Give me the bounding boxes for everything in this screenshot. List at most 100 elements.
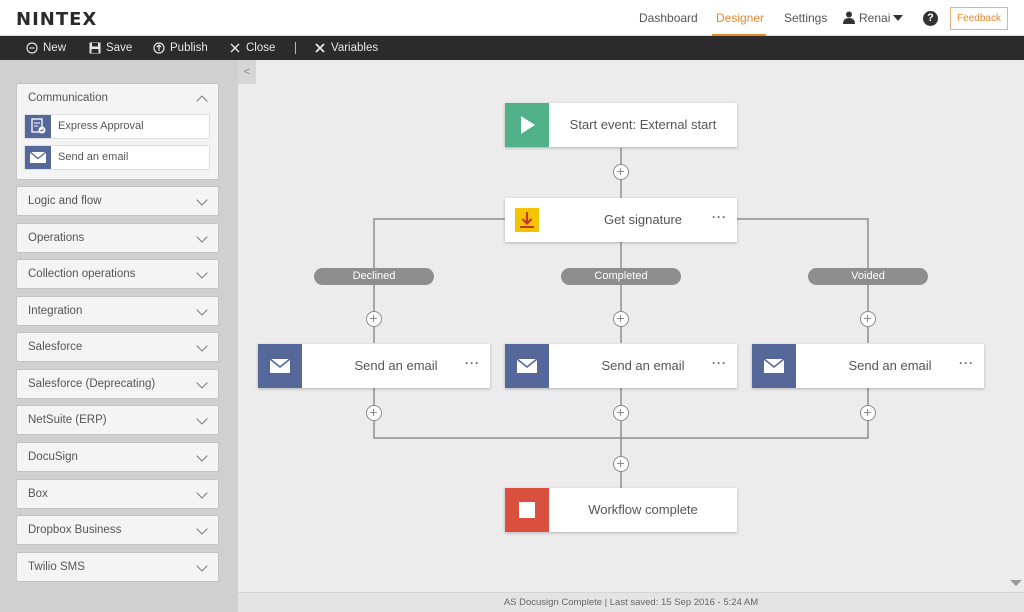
feedback-button[interactable]: Feedback bbox=[950, 7, 1008, 30]
publish-label: Publish bbox=[170, 42, 208, 54]
new-icon bbox=[26, 42, 38, 54]
get-signature-node[interactable]: Get signature ··· bbox=[505, 198, 737, 242]
chevron-up-icon[interactable] bbox=[196, 95, 208, 107]
group-title: Salesforce bbox=[28, 341, 83, 353]
action-label: Express Approval bbox=[58, 120, 144, 132]
group-netsuite[interactable]: NetSuite (ERP) bbox=[16, 405, 219, 435]
start-event-node[interactable]: Start event: External start bbox=[505, 103, 737, 147]
group-box[interactable]: Box bbox=[16, 479, 219, 509]
group-docusign[interactable]: DocuSign bbox=[16, 442, 219, 472]
send-email-node-voided[interactable]: Send an email ··· bbox=[752, 344, 984, 388]
publish-button[interactable]: Publish bbox=[153, 41, 208, 55]
node-label: Get signature bbox=[603, 212, 683, 227]
action-express-approval[interactable]: Express Approval bbox=[24, 114, 210, 139]
group-title: DocuSign bbox=[28, 451, 78, 463]
node-label: Send an email bbox=[601, 358, 685, 373]
add-step-icon[interactable] bbox=[860, 311, 876, 327]
more-options-icon[interactable]: ··· bbox=[959, 356, 974, 370]
add-step-icon[interactable] bbox=[860, 405, 876, 421]
group-title: Twilio SMS bbox=[28, 561, 85, 573]
add-step-icon[interactable] bbox=[366, 311, 382, 327]
chevron-down-icon[interactable] bbox=[196, 450, 208, 462]
action-label: Send an email bbox=[58, 151, 129, 163]
scroll-down-icon[interactable] bbox=[1010, 580, 1022, 586]
status-bar: AS Docusign Complete | Last saved: 15 Se… bbox=[238, 592, 1024, 612]
branch-completed: Completed bbox=[561, 268, 681, 285]
add-step-icon[interactable] bbox=[613, 164, 629, 180]
action-send-email[interactable]: Send an email bbox=[24, 145, 210, 170]
chevron-down-icon[interactable] bbox=[196, 304, 208, 316]
email-icon bbox=[505, 344, 549, 388]
group-title: NetSuite (ERP) bbox=[28, 414, 107, 426]
group-dropbox-business[interactable]: Dropbox Business bbox=[16, 515, 219, 545]
add-step-icon[interactable] bbox=[366, 405, 382, 421]
express-approval-icon bbox=[25, 115, 51, 138]
chevron-down-icon[interactable] bbox=[196, 231, 208, 243]
group-title: Operations bbox=[28, 232, 85, 244]
group-title: Collection operations bbox=[28, 268, 136, 280]
user-menu[interactable]: Renai bbox=[859, 11, 890, 25]
variables-icon bbox=[315, 43, 325, 53]
group-operations[interactable]: Operations bbox=[16, 223, 219, 253]
publish-icon bbox=[153, 42, 165, 54]
more-options-icon[interactable]: ··· bbox=[712, 210, 727, 224]
chevron-down-icon[interactable] bbox=[196, 560, 208, 572]
play-icon bbox=[505, 103, 549, 147]
chevron-down-icon[interactable] bbox=[196, 267, 208, 279]
nintex-logo[interactable]: NINTEX bbox=[16, 9, 97, 30]
group-logic-and-flow[interactable]: Logic and flow bbox=[16, 186, 219, 216]
group-twilio-sms[interactable]: Twilio SMS bbox=[16, 552, 219, 582]
group-integration[interactable]: Integration bbox=[16, 296, 219, 326]
group-title: Dropbox Business bbox=[28, 524, 122, 536]
send-email-node-completed[interactable]: Send an email ··· bbox=[505, 344, 737, 388]
variables-label: Variables bbox=[331, 42, 379, 54]
node-label: Send an email bbox=[848, 358, 932, 373]
group-salesforce[interactable]: Salesforce bbox=[16, 332, 219, 362]
node-label: Start event: External start bbox=[569, 117, 717, 132]
more-options-icon[interactable]: ··· bbox=[712, 356, 727, 370]
workflow-complete-node[interactable]: Workflow complete bbox=[505, 488, 737, 532]
more-options-icon[interactable]: ··· bbox=[465, 356, 480, 370]
stop-icon bbox=[505, 488, 549, 532]
help-icon[interactable]: ? bbox=[923, 11, 938, 26]
branch-declined: Declined bbox=[314, 268, 434, 285]
toolbar-divider bbox=[295, 42, 296, 54]
save-button[interactable]: Save bbox=[89, 41, 132, 55]
nav-designer[interactable]: Designer bbox=[716, 11, 764, 25]
new-label: New bbox=[43, 42, 67, 54]
close-button[interactable]: Close bbox=[229, 41, 275, 55]
add-step-icon[interactable] bbox=[613, 311, 629, 327]
email-icon bbox=[258, 344, 302, 388]
group-title: Box bbox=[28, 488, 48, 500]
nav-dashboard[interactable]: Dashboard bbox=[639, 11, 698, 25]
chevron-down-icon[interactable] bbox=[196, 194, 208, 206]
nav-settings[interactable]: Settings bbox=[784, 11, 827, 25]
chevron-down-icon[interactable] bbox=[196, 523, 208, 535]
workflow-canvas[interactable]: Start event: External start Get signatur… bbox=[238, 60, 1024, 592]
chevron-down-icon[interactable] bbox=[196, 340, 208, 352]
group-salesforce-deprecating[interactable]: Salesforce (Deprecating) bbox=[16, 369, 219, 399]
group-title: Communication bbox=[28, 92, 108, 104]
email-icon bbox=[752, 344, 796, 388]
close-label: Close bbox=[246, 42, 276, 54]
email-icon bbox=[25, 146, 51, 169]
send-email-node-declined[interactable]: Send an email ··· bbox=[258, 344, 490, 388]
add-step-icon[interactable] bbox=[613, 456, 629, 472]
node-label: Send an email bbox=[354, 358, 438, 373]
designer-toolbar: New Save Publish Close Variables bbox=[0, 36, 1024, 60]
chevron-down-icon[interactable] bbox=[196, 413, 208, 425]
add-step-icon[interactable] bbox=[613, 405, 629, 421]
group-collection-operations[interactable]: Collection operations bbox=[16, 259, 219, 289]
chevron-down-icon[interactable] bbox=[893, 15, 903, 21]
node-label: Workflow complete bbox=[588, 502, 698, 517]
close-icon bbox=[230, 43, 240, 53]
chevron-down-icon[interactable] bbox=[196, 377, 208, 389]
chevron-down-icon[interactable] bbox=[196, 487, 208, 499]
variables-button[interactable]: Variables bbox=[314, 41, 378, 55]
top-navigation: NINTEX Dashboard Designer Settings Renai… bbox=[0, 0, 1024, 36]
save-icon bbox=[89, 42, 101, 54]
user-icon[interactable] bbox=[843, 11, 855, 24]
branch-voided: Voided bbox=[808, 268, 928, 285]
new-button[interactable]: New bbox=[26, 41, 66, 55]
group-title: Logic and flow bbox=[28, 195, 102, 207]
